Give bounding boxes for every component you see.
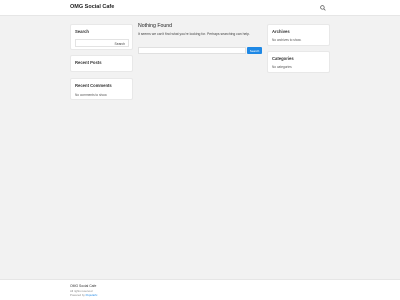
site-title[interactable]: OMG Social Cafe [70,4,114,10]
site-footer: OMG Social Cafe All rights reserved Powe… [0,279,400,300]
nothing-found-message: It seems we can't find what you're looki… [138,32,250,36]
footer-site-title[interactable]: OMG Social Cafe [70,284,96,288]
categories-empty: No categories [272,65,292,69]
page-title: Nothing Found [138,23,173,29]
main-search-button[interactable]: Search [247,47,262,54]
footer-powered-link[interactable]: Popularfx [86,293,98,297]
search-widget: Search Search [70,24,133,50]
recent-comments-empty: No comments to show. [75,93,108,97]
archives-title: Archives [272,29,290,34]
sidebar-search-input[interactable]: Search [75,39,129,47]
recent-posts-widget: Recent Posts [70,55,133,72]
main-search-input[interactable] [138,47,246,54]
recent-comments-widget: Recent Comments No comments to show. [70,78,133,100]
archives-empty: No archives to show. [272,38,302,42]
search-icon[interactable] [319,4,327,12]
archives-widget: Archives No archives to show. [267,24,330,46]
search-widget-title: Search [75,29,89,34]
footer-powered: Powered by Popularfx [70,293,97,297]
footer-powered-prefix: Powered by [70,293,85,297]
categories-widget: Categories No categories [267,51,330,73]
recent-posts-title: Recent Posts [75,60,102,65]
sidebar-search-button[interactable]: Search [115,42,125,46]
site-header: OMG Social Cafe [0,0,400,16]
nothing-found-section: Nothing Found It seems we can't find wha… [135,16,264,58]
categories-title: Categories [272,56,294,61]
recent-comments-title: Recent Comments [75,83,112,88]
